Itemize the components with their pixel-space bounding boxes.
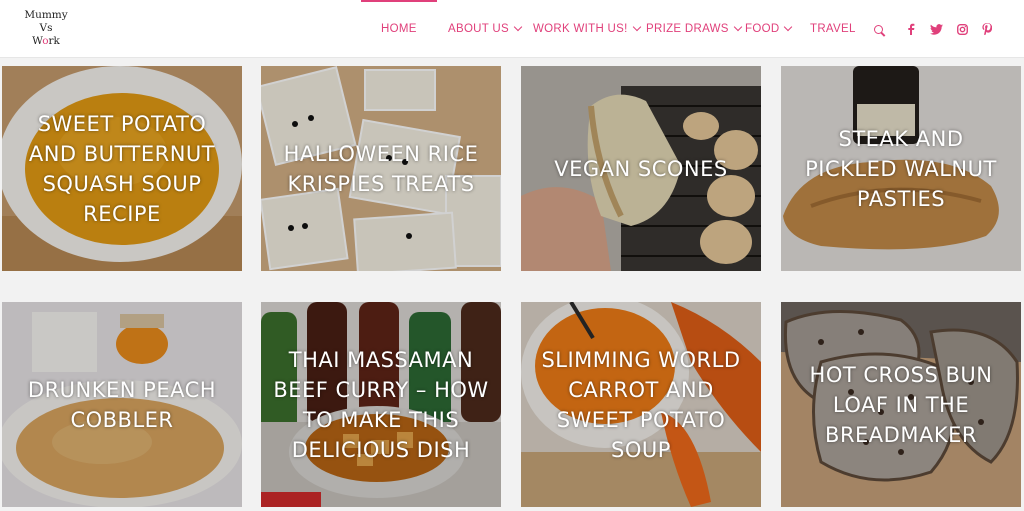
post-title: HALLOWEEN RICE KRISPIES TREATS — [283, 141, 479, 196]
post-title: THAI MASSAMAN BEEF CURRY – HOW TO MAKE T… — [273, 347, 489, 462]
post-card[interactable]: DRUNKEN PEACH COBBLER — [2, 302, 242, 507]
post-card[interactable]: HOT CROSS BUN LOAF IN THE BREADMAKER — [781, 302, 1021, 507]
post-title: SWEET POTATO AND BUTTERNUT SQUASH SOUP R… — [28, 111, 216, 226]
post-title: VEGAN SCONES — [554, 156, 728, 181]
post-card[interactable]: HALLOWEEN RICE KRISPIES TREATS — [261, 66, 501, 271]
post-title: SLIMMING WORLD CARROT AND SWEET POTATO S… — [541, 347, 741, 462]
posts-grid: SWEET POTATO AND BUTTERNUT SQUASH SOUP R… — [0, 0, 1024, 511]
post-title: HOT CROSS BUN LOAF IN THE BREADMAKER — [809, 362, 993, 447]
post-card[interactable]: THAI MASSAMAN BEEF CURRY – HOW TO MAKE T… — [261, 302, 501, 507]
post-card[interactable]: STEAK AND PICKLED WALNUT PASTIES — [781, 66, 1021, 271]
post-card[interactable]: VEGAN SCONES — [521, 66, 761, 271]
post-title: STEAK AND PICKLED WALNUT PASTIES — [805, 126, 997, 211]
post-card[interactable]: SLIMMING WORLD CARROT AND SWEET POTATO S… — [521, 302, 761, 507]
post-title: DRUNKEN PEACH COBBLER — [27, 377, 217, 432]
post-card[interactable]: SWEET POTATO AND BUTTERNUT SQUASH SOUP R… — [2, 66, 242, 271]
